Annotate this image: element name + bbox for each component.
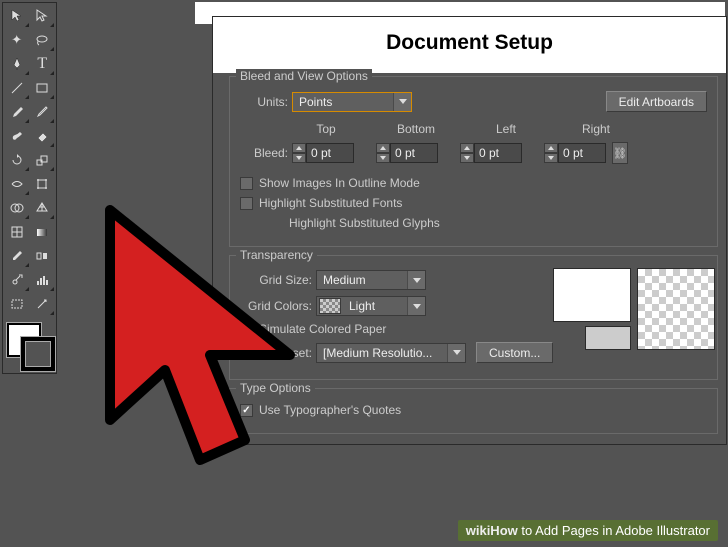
edit-artboards-button[interactable]: Edit Artboards bbox=[606, 91, 707, 112]
type-options-fieldset: Type Options Use Typographer's Quotes bbox=[229, 388, 718, 434]
tools-panel: ✦ T bbox=[2, 2, 57, 374]
highlight-glyphs-checkbox[interactable]: Highlight Substituted Glyphs bbox=[270, 216, 707, 230]
bleed-right-label: Right bbox=[562, 122, 630, 136]
mesh-tool[interactable] bbox=[4, 220, 30, 244]
blend-tool[interactable] bbox=[30, 244, 56, 268]
bleed-label: Bleed: bbox=[240, 146, 288, 160]
simulate-paper-checkbox[interactable]: Simulate Colored Paper bbox=[240, 322, 553, 336]
custom-button[interactable]: Custom... bbox=[476, 342, 553, 363]
transparency-preview-paper bbox=[585, 326, 631, 350]
scale-tool[interactable] bbox=[30, 148, 56, 172]
line-tool[interactable] bbox=[4, 76, 30, 100]
shape-builder-tool[interactable] bbox=[4, 196, 30, 220]
dialog-title: Document Setup bbox=[213, 17, 726, 73]
chevron-down-icon bbox=[393, 93, 411, 111]
free-transform-tool[interactable] bbox=[30, 172, 56, 196]
eyedropper-tool[interactable] bbox=[4, 244, 30, 268]
document-setup-dialog: Document Setup Bleed and View Options Un… bbox=[212, 16, 727, 445]
highlight-fonts-checkbox[interactable]: Highlight Substituted Fonts bbox=[240, 196, 707, 210]
typographer-quotes-checkbox[interactable]: Use Typographer's Quotes bbox=[240, 403, 707, 417]
preset-dropdown[interactable]: [Medium Resolutio... bbox=[316, 343, 466, 363]
bleed-view-fieldset: Bleed and View Options Units: Points Edi… bbox=[229, 76, 718, 247]
bleed-bottom-input[interactable]: 0 pt bbox=[376, 143, 438, 163]
bleed-left-label: Left bbox=[472, 122, 540, 136]
transparency-fieldset: Transparency Grid Size: Medium Grid Colo… bbox=[229, 255, 718, 380]
transparency-preview-white bbox=[553, 268, 631, 322]
stroke-swatch[interactable] bbox=[21, 337, 55, 371]
pencil-tool[interactable] bbox=[30, 100, 56, 124]
units-label: Units: bbox=[240, 95, 288, 109]
grid-size-label: Grid Size: bbox=[240, 273, 312, 287]
grid-size-dropdown[interactable]: Medium bbox=[316, 270, 426, 290]
rotate-tool[interactable] bbox=[4, 148, 30, 172]
direct-selection-tool[interactable] bbox=[30, 4, 56, 28]
show-images-checkbox[interactable]: Show Images In Outline Mode bbox=[240, 176, 707, 190]
bleed-top-input[interactable]: 0 pt bbox=[292, 143, 354, 163]
magic-wand-tool[interactable]: ✦ bbox=[4, 28, 30, 52]
artboard-tool[interactable] bbox=[4, 292, 30, 316]
eraser-tool[interactable] bbox=[30, 124, 56, 148]
chevron-down-icon bbox=[447, 344, 465, 362]
transparency-legend: Transparency bbox=[236, 248, 317, 262]
chevron-down-icon bbox=[407, 271, 425, 289]
grid-colors-label: Grid Colors: bbox=[240, 299, 312, 313]
blob-brush-tool[interactable] bbox=[4, 124, 30, 148]
grid-colors-dropdown[interactable]: Light bbox=[316, 296, 426, 316]
fill-stroke-swatches[interactable] bbox=[4, 320, 55, 372]
watermark: wikiHow to Add Pages in Adobe Illustrato… bbox=[458, 520, 718, 541]
lasso-tool[interactable] bbox=[30, 28, 56, 52]
width-tool[interactable] bbox=[4, 172, 30, 196]
rectangle-tool[interactable] bbox=[30, 76, 56, 100]
symbol-sprayer-tool[interactable] bbox=[4, 268, 30, 292]
link-bleed-icon[interactable] bbox=[612, 142, 628, 164]
preset-label: Preset: bbox=[240, 346, 312, 360]
bleed-left-input[interactable]: 0 pt bbox=[460, 143, 522, 163]
type-options-legend: Type Options bbox=[236, 381, 315, 395]
chevron-down-icon bbox=[407, 297, 425, 315]
bleed-view-legend: Bleed and View Options bbox=[236, 69, 372, 83]
column-graph-tool[interactable] bbox=[30, 268, 56, 292]
pen-tool[interactable] bbox=[4, 52, 30, 76]
bleed-top-label: Top bbox=[292, 122, 360, 136]
type-tool[interactable]: T bbox=[30, 52, 56, 76]
units-dropdown[interactable]: Points bbox=[292, 92, 412, 112]
slice-tool[interactable] bbox=[30, 292, 56, 316]
gradient-tool[interactable] bbox=[30, 220, 56, 244]
perspective-tool[interactable] bbox=[30, 196, 56, 220]
paintbrush-tool[interactable] bbox=[4, 100, 30, 124]
selection-tool[interactable] bbox=[4, 4, 30, 28]
bleed-right-input[interactable]: 0 pt bbox=[544, 143, 606, 163]
bleed-bottom-label: Bottom bbox=[382, 122, 450, 136]
transparency-preview-checker bbox=[637, 268, 715, 350]
